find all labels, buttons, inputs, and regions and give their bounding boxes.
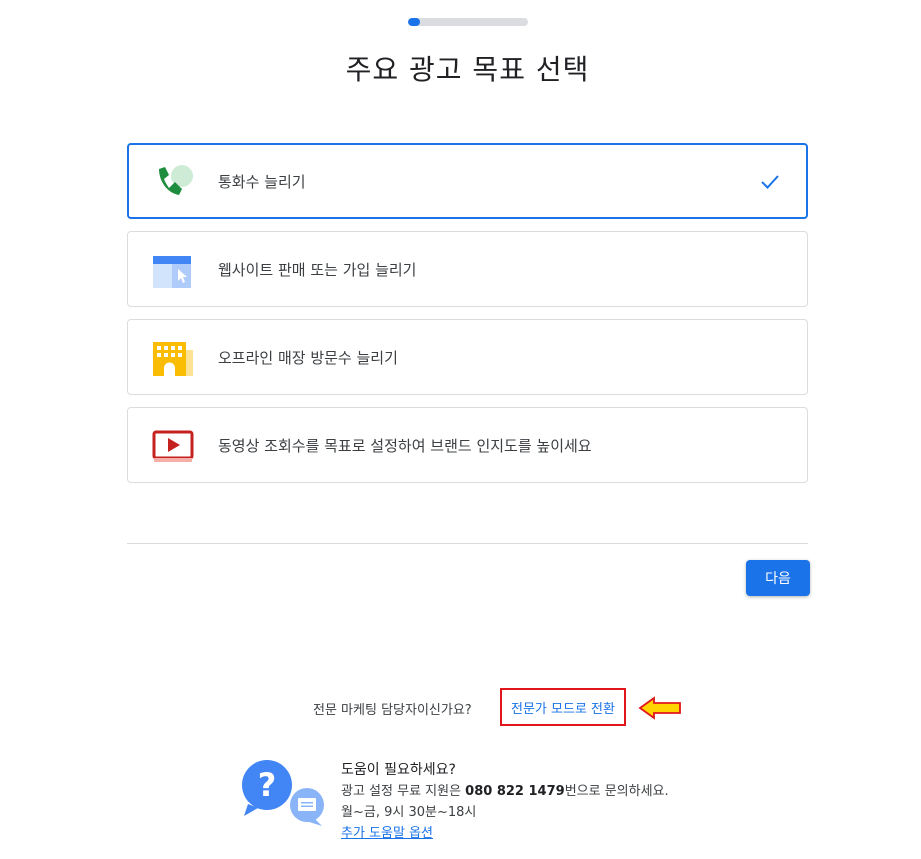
progress-bar <box>408 18 528 26</box>
goal-option-calls[interactable]: 통화수 늘리기 <box>127 143 808 219</box>
next-button[interactable]: 다음 <box>746 560 810 596</box>
store-building-icon <box>153 342 193 376</box>
goal-label: 오프라인 매장 방문수 늘리기 <box>218 348 398 367</box>
help-text: 도움이 필요하세요? 광고 설정 무료 지원은 080 822 1479번으로 … <box>341 760 669 844</box>
expert-mode-link-label: 전문가 모드로 전환 <box>511 701 615 717</box>
help-phone-number: 080 822 1479 <box>465 784 565 799</box>
svg-text:?: ? <box>258 766 277 804</box>
goal-option-website[interactable]: 웹사이트 판매 또는 가입 늘리기 <box>127 231 808 307</box>
goal-option-video-views[interactable]: 동영상 조회수를 목표로 설정하여 브랜드 인지도를 높이세요 <box>127 407 808 483</box>
page-title: 주요 광고 목표 선택 <box>345 53 590 86</box>
help-hours-time: 9시 30분~18시 <box>384 805 477 820</box>
help-hours-prefix: 월~금, <box>341 805 385 820</box>
goal-label: 웹사이트 판매 또는 가입 늘리기 <box>218 260 417 279</box>
goal-option-store-visits[interactable]: 오프라인 매장 방문수 늘리기 <box>127 319 808 395</box>
goal-label: 통화수 늘리기 <box>218 172 306 191</box>
website-click-icon <box>153 256 191 288</box>
phone-call-icon <box>159 165 193 195</box>
help-phone-prefix: 광고 설정 무료 지원은 <box>341 784 466 799</box>
video-play-icon <box>152 430 194 462</box>
checkmark-icon <box>761 175 779 189</box>
help-question-icon: ? <box>242 760 324 826</box>
help-phone-suffix: 번으로 문의하세요. <box>564 784 669 799</box>
left-arrow-icon <box>638 696 681 720</box>
divider <box>127 543 808 544</box>
expert-mode-link[interactable]: 전문가 모드로 전환 <box>500 688 626 726</box>
help-phone: 광고 설정 무료 지원은 080 822 1479번으로 문의하세요. <box>341 781 669 802</box>
progress-bar-fill <box>408 18 420 26</box>
help-more-options-link[interactable]: 추가 도움말 옵션 <box>341 823 669 844</box>
expert-question: 전문 마케팅 담당자이신가요? <box>313 703 472 718</box>
goal-label: 동영상 조회수를 목표로 설정하여 브랜드 인지도를 높이세요 <box>218 436 592 455</box>
help-title: 도움이 필요하세요? <box>341 762 456 778</box>
help-hours: 월~금, 9시 30분~18시 <box>341 802 669 823</box>
